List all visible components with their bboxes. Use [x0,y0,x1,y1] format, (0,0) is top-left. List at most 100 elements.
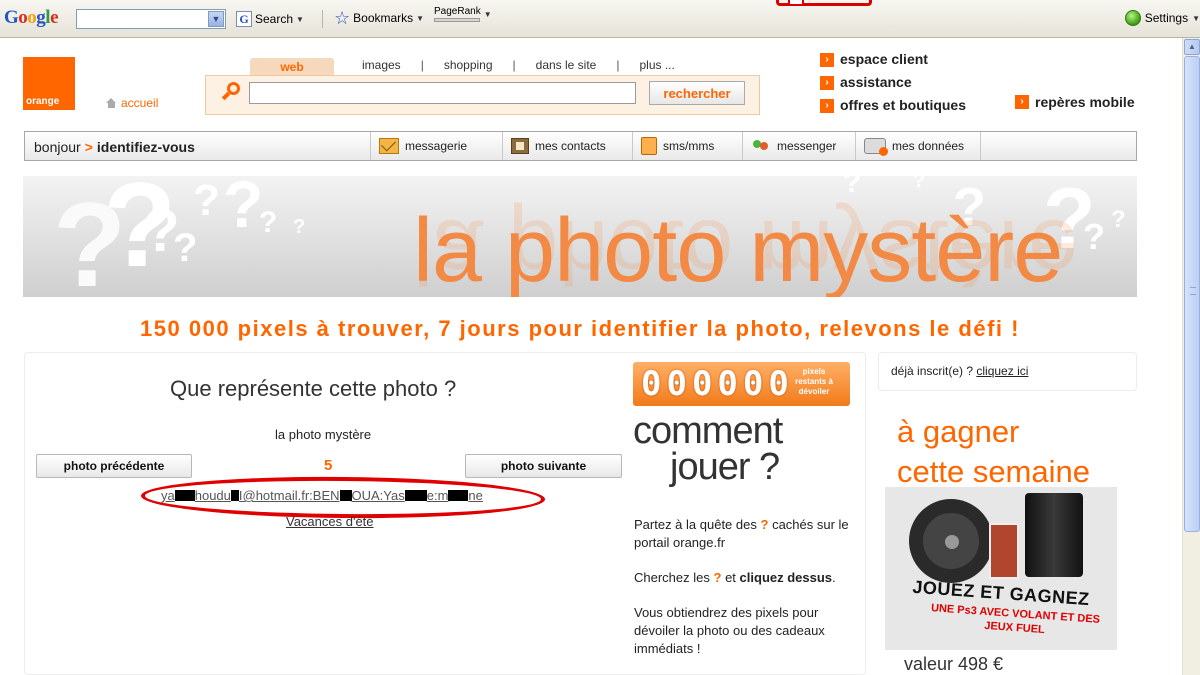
prize-heading-line2: cette semaine [897,454,1090,489]
toolbar-bookmarks-button[interactable]: ☆ Bookmarks ▼ [334,8,424,28]
toolbar-search-input[interactable]: ▼ [76,9,226,29]
phone-icon [641,137,657,155]
question-mark-icon: ? [913,176,926,192]
nav-item-contacts[interactable]: mes contacts [502,132,632,160]
messenger-icon [751,138,771,154]
google-logo[interactable]: Google [4,7,58,29]
nav-item-label: sms/mms [663,139,715,153]
arrow-right-icon: › [1015,95,1029,109]
toolbar-bookmarks-label: Bookmarks [353,11,414,25]
toolbar-pagerank[interactable]: PageRank ▼ [434,7,492,22]
nav-item-sms[interactable]: sms/mms [632,132,742,160]
vertical-scrollbar[interactable]: ▲ [1182,38,1200,675]
mystery-photo-banner[interactable]: ? ? ? ? ? ? ? ? ? ? ? ? ? ? la photo mys… [23,176,1137,297]
prize-heading: à gagner cette semaine [897,412,1090,492]
nav-item-label: messagerie [405,139,468,153]
toolbar-divider [322,10,323,28]
game-box-icon [989,523,1019,579]
arrow-right-icon: › [820,98,834,113]
toolbar-settings-button[interactable]: Settings ▼ [1124,10,1200,26]
home-link-label: accueil [121,96,159,110]
chevron-down-icon[interactable]: ▼ [208,11,224,27]
howto-step-3: Vous obtiendrez des pixels pour dévoiler… [634,605,825,656]
tab-separator: | [420,58,424,72]
login-box: déjà inscrit(e) ? cliquez ici [878,352,1137,391]
orange-logo[interactable]: orange [23,57,75,110]
vacation-link[interactable]: Vacances d'été [286,514,374,529]
red-annotation-mark [776,0,872,6]
photo-number: 5 [324,457,333,474]
prize-image[interactable]: JOUEZ ET GAGNEZ UNE Ps3 AVEC VOLANT ET D… [885,487,1117,650]
greeting-text: bonjour [34,139,81,155]
howto-title-line2: jouer ? [670,446,780,488]
mail-icon [379,138,399,154]
question-mark-icon: ? [1083,216,1105,257]
google-toolbar: Google ▼ G Search ▼ ☆ Bookmarks ▼ PageRa… [0,0,1200,38]
pagerank-bar [434,18,480,22]
star-icon: ☆ [334,8,351,28]
tab-separator: | [616,58,620,72]
previous-photo-button[interactable]: photo précédente [36,454,192,478]
home-link[interactable]: accueil [106,96,158,110]
link-label: offres et boutiques [840,97,967,113]
chevron-down-icon[interactable]: ▼ [296,15,304,24]
steering-wheel-icon [909,499,993,583]
nav-item-messenger[interactable]: messenger [742,132,855,160]
logo-text: orange [26,96,60,107]
nav-item-messagerie[interactable]: messagerie [370,132,502,160]
settings-label: Settings [1144,11,1189,25]
scrollbar-thumb[interactable] [1184,56,1200,532]
link-espace-client[interactable]: › espace client [820,48,966,71]
home-icon [106,98,117,108]
photo-question: Que représente cette photo ? [170,376,457,401]
nav-item-donnees[interactable]: mes données [855,132,981,160]
banner-tagline: 150 000 pixels à trouver, 7 jours pour i… [140,316,1020,341]
toolbar-search-button[interactable]: G Search ▼ [236,11,304,27]
link-label: repères mobile [1035,94,1135,110]
howto-step-2: Cherchez les ? et cliquez dessus. [634,569,859,587]
question-mark-icon: ? [259,206,278,239]
scroll-up-icon[interactable]: ▲ [1184,39,1200,55]
data-icon [864,138,888,156]
question-mark-icon: ? [713,570,722,585]
account-links: › espace client › assistance › offres et bo… [820,48,966,117]
link-reperes-mobile[interactable]: › repères mobile [1015,94,1135,110]
search-button[interactable]: rechercher [649,81,745,105]
search-tabs: web images | shopping | dans le site | p… [250,58,687,76]
tab-web[interactable]: web [250,58,334,76]
howto-text: Cherchez les [634,570,710,585]
search-panel: rechercher [205,75,760,115]
prize-heading-line1: à gagner [897,414,1020,449]
question-mark-icon: ? [293,216,306,238]
login-link[interactable]: identifiez-vous [97,139,195,155]
pixel-counter-digits: 000000 [641,364,794,404]
nav-item-label: mes données [892,139,965,153]
next-photo-button[interactable]: photo suivante [465,454,622,478]
tab-shopping[interactable]: shopping [432,58,505,76]
question-mark-icon: ? [193,176,220,225]
chevron-right-icon: > [84,139,93,155]
tab-separator: | [512,58,516,72]
howto-emphasis: cliquez dessus [739,570,833,585]
google-g-icon: G [236,11,252,27]
tab-plus[interactable]: plus ... [627,58,686,76]
search-input[interactable] [249,82,636,104]
link-assistance[interactable]: › assistance [820,71,966,94]
link-offres[interactable]: › offres et boutiques [820,94,966,117]
howto-title-line1: comment [633,410,783,452]
prize-value: valeur 498 € [904,654,1004,674]
howto-text: et [725,570,736,585]
tab-dans-le-site[interactable]: dans le site [524,58,609,76]
chevron-down-icon[interactable]: ▼ [484,10,492,19]
photo-caption: la photo mystère [275,427,372,442]
question-mark-icon: ? [843,176,862,199]
howto-text: Partez à la quête des [634,517,757,532]
nav-item-label: mes contacts [535,139,606,153]
pagerank-label: PageRank [434,6,481,17]
tab-images[interactable]: images [334,58,413,76]
click-here-link[interactable]: cliquez ici [976,364,1028,378]
nav-item-label: messenger [777,139,837,153]
howto-step-1: Partez à la quête des ? cachés sur le po… [634,516,859,552]
chevron-down-icon[interactable]: ▼ [416,14,424,23]
pixel-counter-label: pixels restants à dévoiler [795,367,833,396]
